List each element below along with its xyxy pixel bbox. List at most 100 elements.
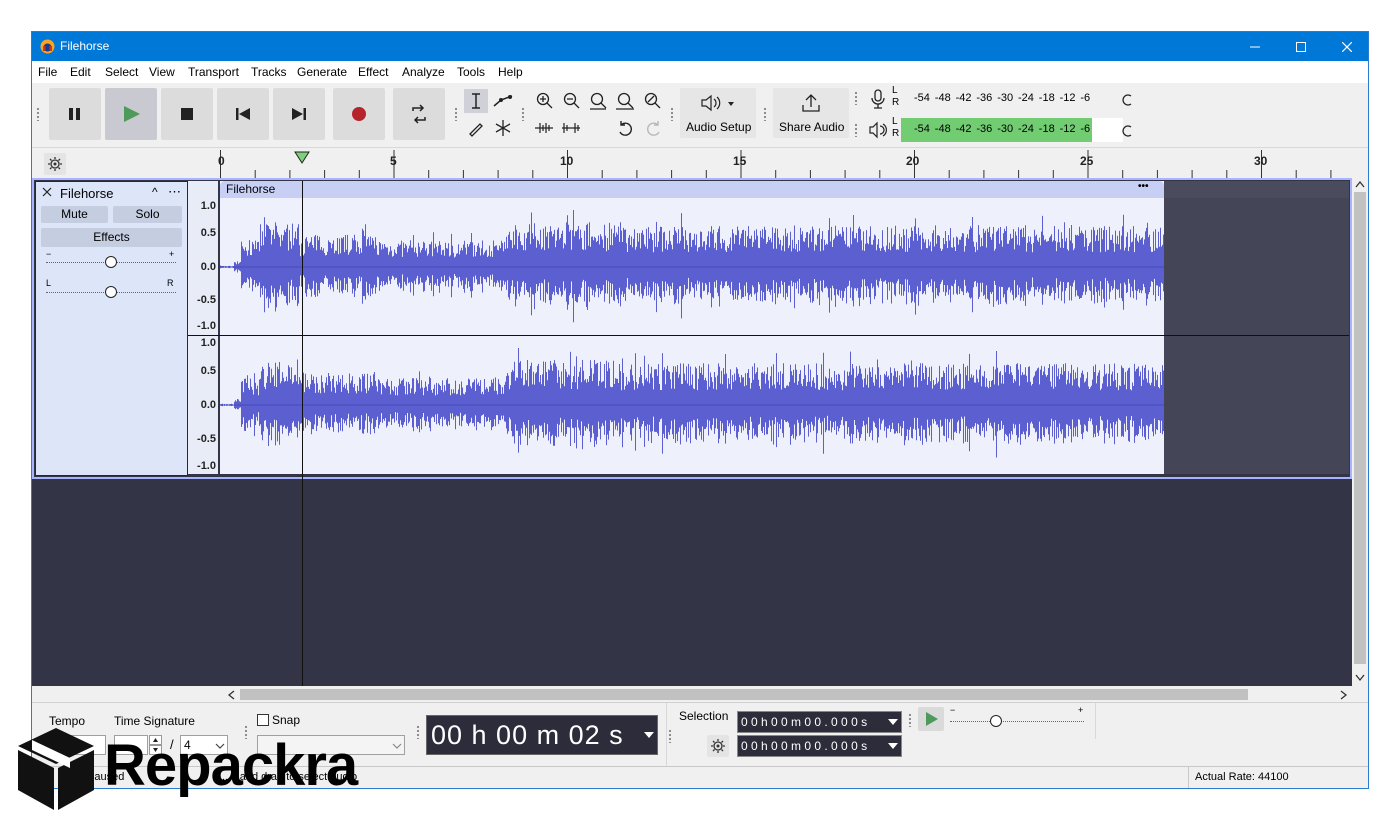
timeline-options-button[interactable]	[44, 153, 66, 175]
redo-button[interactable]	[641, 116, 665, 140]
track-name[interactable]: Filehorse	[60, 186, 113, 201]
pan-slider-thumb[interactable]	[105, 286, 117, 298]
record-meter-button[interactable]	[866, 87, 890, 111]
share-grip[interactable]	[763, 107, 767, 121]
gain-plus-label: +	[169, 249, 175, 259]
fit-selection-button[interactable]	[586, 89, 610, 113]
scroll-up-icon[interactable]	[1355, 180, 1365, 188]
solo-button[interactable]: Solo	[113, 206, 182, 223]
draw-tool-button[interactable]	[464, 116, 488, 140]
audio-setup-button[interactable]: Audio Setup	[680, 88, 756, 138]
track-menu-icon[interactable]: ⋯	[168, 184, 181, 200]
menu-select[interactable]: Select	[105, 65, 138, 79]
scale-label-half: 0.5	[200, 227, 216, 239]
selection-label: Selection	[679, 709, 729, 723]
close-track-icon[interactable]	[42, 187, 52, 197]
menu-tracks[interactable]: Tracks	[251, 65, 287, 79]
minimize-button[interactable]	[1232, 32, 1278, 61]
gain-slider-thumb[interactable]	[105, 256, 117, 268]
zoom-out-button[interactable]	[559, 89, 583, 113]
loop-button[interactable]	[393, 88, 445, 140]
play-meter-knob-icon[interactable]	[1121, 124, 1135, 138]
vertical-scroll-thumb[interactable]	[1354, 192, 1366, 664]
mute-button[interactable]: Mute	[41, 206, 108, 223]
vertical-scrollbar[interactable]	[1352, 178, 1368, 686]
collapse-track-icon[interactable]: ^	[152, 185, 158, 199]
audio-clip[interactable]: Filehorse •••	[220, 181, 1164, 474]
silence-audio-button[interactable]	[559, 116, 583, 140]
play-at-speed-button[interactable]	[918, 707, 944, 731]
status-actual-rate: Actual Rate: 44100	[1195, 771, 1289, 783]
menu-edit[interactable]: Edit	[70, 65, 91, 79]
zoom-in-button[interactable]	[532, 89, 556, 113]
envelope-tool-button[interactable]	[491, 89, 515, 113]
multi-tool-button[interactable]	[491, 116, 515, 140]
menu-transport[interactable]: Transport	[188, 65, 239, 79]
stop-icon	[181, 108, 193, 120]
edit-grip[interactable]	[521, 107, 525, 121]
scroll-down-icon[interactable]	[1355, 674, 1365, 682]
chevron-down-icon[interactable]	[888, 719, 898, 726]
record-meter[interactable]: -54 -48 -42 -36 -30 -24 -18 -12 -6	[901, 87, 1123, 111]
track-area[interactable]: Filehorse ^ ⋯ Mute Solo Effects − + L R …	[32, 178, 1352, 686]
play-meter-button[interactable]	[866, 118, 890, 142]
selection-start-field[interactable]: 0 0 h 0 0 m 0 0 . 0 0 0 s	[737, 711, 902, 733]
tools-grip[interactable]	[454, 107, 458, 121]
fit-project-icon	[616, 92, 634, 110]
menu-tools[interactable]: Tools	[457, 65, 485, 79]
selection-end-field[interactable]: 0 0 h 0 0 m 0 0 . 0 0 0 s	[737, 735, 902, 757]
scroll-left-icon[interactable]	[227, 690, 235, 700]
play-button[interactable]	[105, 88, 157, 140]
skip-to-end-button[interactable]	[273, 88, 325, 140]
time-grip[interactable]	[416, 725, 420, 739]
toolbar-grip[interactable]	[36, 107, 40, 121]
selection-grip[interactable]	[668, 729, 672, 743]
chevron-down-icon[interactable]	[888, 743, 898, 750]
pause-button[interactable]	[49, 88, 101, 140]
play-at-speed-grip[interactable]	[908, 713, 912, 727]
menu-analyze[interactable]: Analyze	[402, 65, 445, 79]
loop-icon	[412, 104, 426, 124]
chevron-down-icon[interactable]	[644, 732, 654, 739]
play-meter[interactable]: -54 -48 -42 -36 -30 -24 -18 -12 -6	[901, 118, 1123, 142]
record-meter-knob-icon[interactable]	[1121, 93, 1135, 107]
time-display[interactable]: 00 h 00 m 02 s	[426, 715, 658, 755]
close-window-button[interactable]	[1324, 32, 1368, 61]
speed-slider-thumb[interactable]	[990, 715, 1002, 727]
app-logo-icon	[40, 39, 55, 54]
timeline-ruler[interactable]: 0 5 10 15 20 25 30	[32, 147, 1368, 179]
selection-options-button[interactable]	[707, 735, 729, 757]
play-meter-grip[interactable]	[854, 123, 858, 137]
menu-effect[interactable]: Effect	[358, 65, 388, 79]
menu-view[interactable]: View	[149, 65, 175, 79]
ruler-label-20: 20	[906, 154, 920, 168]
zoom-toggle-button[interactable]	[640, 89, 664, 113]
play-head-marker-icon[interactable]	[294, 151, 310, 164]
scroll-right-icon[interactable]	[1340, 690, 1348, 700]
waveform[interactable]	[220, 198, 1164, 474]
stop-button[interactable]	[161, 88, 213, 140]
scale-label-zero-2: 0.0	[200, 399, 216, 411]
selection-tool-button[interactable]	[464, 89, 488, 113]
undo-button[interactable]	[614, 116, 638, 140]
horizontal-scrollbar[interactable]	[32, 686, 1352, 702]
window-title: Filehorse	[60, 39, 110, 53]
record-meter-grip[interactable]	[854, 91, 858, 105]
menu-file[interactable]: File	[38, 65, 57, 79]
share-audio-button[interactable]: Share Audio	[773, 88, 849, 138]
clip-header[interactable]: Filehorse •••	[220, 181, 1164, 198]
horizontal-scroll-thumb[interactable]	[240, 689, 1248, 700]
trim-audio-button[interactable]	[532, 116, 556, 140]
audio-setup-grip[interactable]	[670, 107, 674, 121]
clip-menu-icon[interactable]: •••	[1138, 181, 1149, 192]
skip-to-start-button[interactable]	[217, 88, 269, 140]
fit-project-button[interactable]	[613, 89, 637, 113]
i-beam-icon	[472, 93, 480, 109]
clip-name[interactable]: Filehorse	[226, 182, 275, 196]
meter-scale-label: -36	[976, 123, 993, 135]
record-button[interactable]	[333, 88, 385, 140]
maximize-button[interactable]	[1278, 32, 1324, 61]
effects-button[interactable]: Effects	[41, 228, 182, 247]
menu-generate[interactable]: Generate	[297, 65, 347, 79]
menu-help[interactable]: Help	[498, 65, 523, 79]
